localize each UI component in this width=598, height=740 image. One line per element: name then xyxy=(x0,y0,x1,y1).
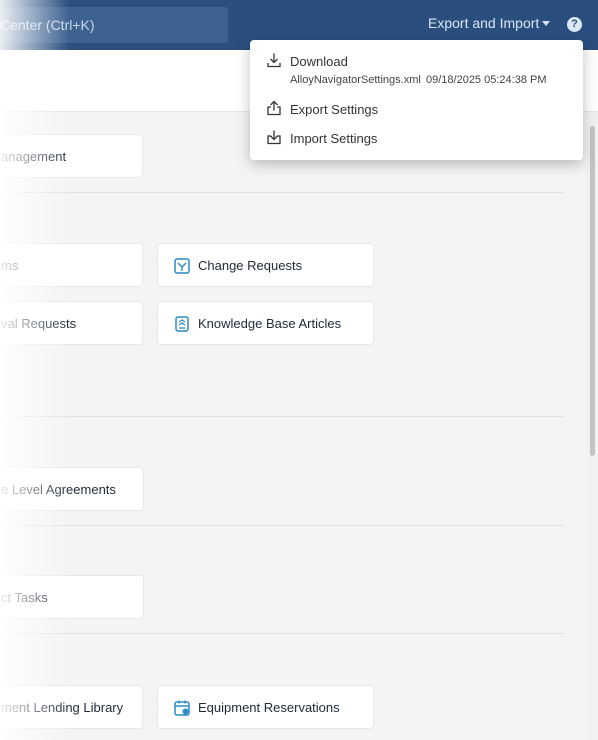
card-change-requests[interactable]: Change Requests xyxy=(157,243,374,287)
export-import-menu: Download AlloyNavigatorSettings.xml 09/1… xyxy=(250,40,583,160)
scrollbar-thumb[interactable] xyxy=(590,126,595,456)
card-label: e Level Agreements xyxy=(1,482,116,497)
download-filename: AlloyNavigatorSettings.xml xyxy=(290,74,421,86)
card-label: ment Lending Library xyxy=(1,700,124,715)
section-divider xyxy=(0,192,565,193)
menu-item-import-settings[interactable]: Import Settings xyxy=(250,128,583,150)
section-divider xyxy=(0,633,565,634)
download-timestamp: 09/18/2025 05:24:38 PM xyxy=(426,74,547,86)
card-items[interactable]: ms xyxy=(0,243,143,287)
change-request-icon xyxy=(174,258,190,274)
menu-item-label: Download xyxy=(290,54,348,69)
card-management[interactable]: anagement xyxy=(0,134,143,178)
card-equipment-reservations[interactable]: Equipment Reservations xyxy=(157,685,374,729)
card-knowledge-base-articles[interactable]: Knowledge Base Articles xyxy=(157,301,374,345)
card-label: Equipment Reservations xyxy=(198,700,340,715)
chevron-down-icon[interactable] xyxy=(542,21,550,26)
export-import-button[interactable]: Export and Import xyxy=(428,15,539,31)
card-project-tasks[interactable]: ct Tasks xyxy=(0,575,144,619)
card-label: Change Requests xyxy=(198,258,303,273)
import-icon xyxy=(267,130,281,145)
search-placeholder: Center (Ctrl+K) xyxy=(0,17,95,33)
help-icon[interactable]: ? xyxy=(567,17,582,32)
card-label: Knowledge Base Articles xyxy=(198,316,342,331)
card-label: val Requests xyxy=(1,316,77,331)
section-divider xyxy=(0,416,565,417)
card-service-level-agreements[interactable]: e Level Agreements xyxy=(0,467,144,511)
card-approval-requests[interactable]: val Requests xyxy=(0,301,143,345)
card-label: ct Tasks xyxy=(1,590,48,605)
menu-item-label: Import Settings xyxy=(290,131,378,146)
search-box[interactable]: Center (Ctrl+K) xyxy=(0,7,228,43)
menu-item-export-settings[interactable]: Export Settings xyxy=(250,99,583,121)
card-label: anagement xyxy=(1,149,67,164)
calendar-icon xyxy=(174,700,190,716)
menu-item-download[interactable]: Download AlloyNavigatorSettings.xml 09/1… xyxy=(250,50,583,92)
knowledge-base-icon xyxy=(175,316,189,332)
section-divider xyxy=(0,525,565,526)
menu-item-label: Export Settings xyxy=(290,102,379,117)
download-icon xyxy=(267,53,281,68)
export-icon xyxy=(267,100,281,116)
card-equipment-lending-library[interactable]: ment Lending Library xyxy=(0,685,143,729)
card-label: ms xyxy=(1,258,19,273)
